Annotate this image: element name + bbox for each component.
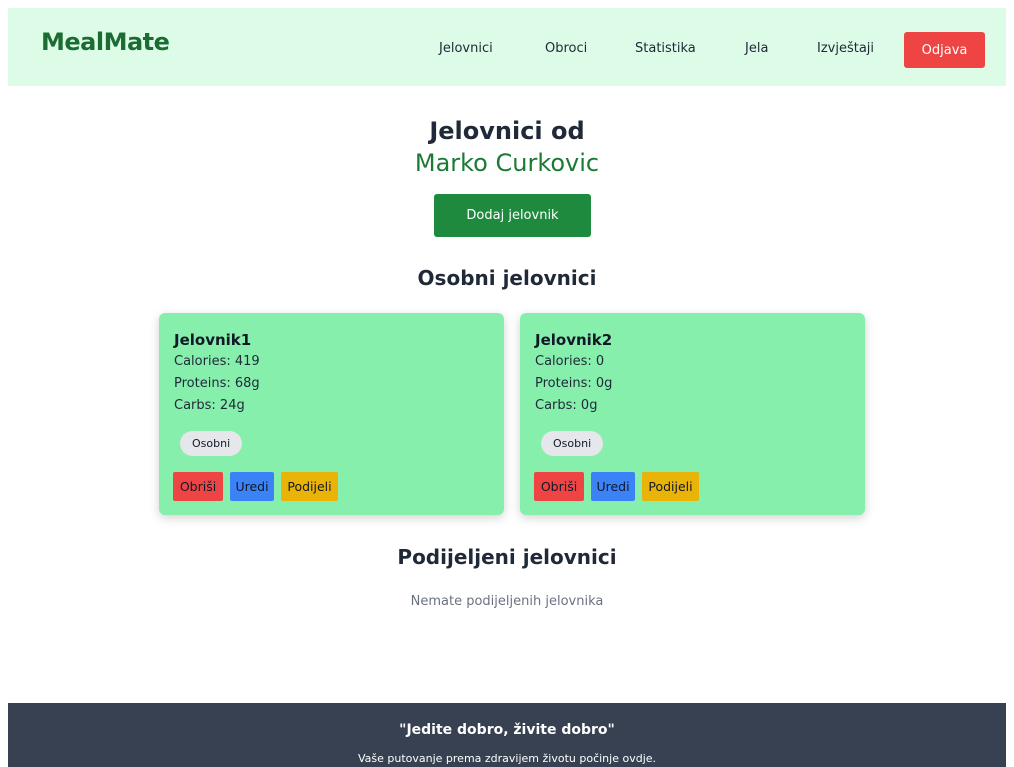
menu-card-proteins: Proteins: 68g [174, 376, 260, 391]
nav-link-jelovnici[interactable]: Jelovnici [439, 41, 493, 56]
edit-menu-button[interactable]: Uredi [230, 472, 274, 501]
menu-card-carbs: Carbs: 24g [174, 398, 245, 413]
footer-quote: "Jedite dobro, živite dobro" [399, 722, 615, 738]
page-footer: "Jedite dobro, živite dobro" Vaše putova… [8, 703, 1006, 767]
logout-button[interactable]: Odjava [904, 32, 985, 68]
page-title: Jelovnici od [429, 117, 585, 145]
menu-card-calories: Calories: 419 [174, 354, 260, 369]
footer-subtitle: Vaše putovanje prema zdravijem životu po… [357, 752, 657, 765]
menu-card-proteins: Proteins: 0g [535, 376, 613, 391]
personal-menus-heading: Osobni jelovnici [417, 266, 597, 290]
top-navbar: MealMate Jelovnici Obroci Statistika Jel… [8, 8, 1006, 86]
menu-card-calories: Calories: 0 [535, 354, 605, 369]
nav-link-statistika[interactable]: Statistika [635, 41, 696, 56]
edit-menu-button[interactable]: Uredi [591, 472, 635, 501]
shared-menus-heading: Podijeljeni jelovnici [397, 545, 617, 569]
brand-logo[interactable]: MealMate [41, 28, 170, 56]
menu-type-badge: Osobni [541, 431, 604, 456]
menu-type-badge: Osobni [180, 431, 243, 456]
menu-card-carbs: Carbs: 0g [535, 398, 598, 413]
menu-card: Jelovnik1 Calories: 419 Proteins: 68g Ca… [159, 313, 504, 515]
shared-menus-empty-message: Nemate podijeljenih jelovnika [410, 594, 604, 609]
menu-card-name: Jelovnik2 [535, 331, 613, 349]
share-menu-button[interactable]: Podijeli [642, 472, 699, 501]
delete-menu-button[interactable]: Obriši [173, 472, 223, 501]
nav-link-obroci[interactable]: Obroci [545, 41, 587, 56]
delete-menu-button[interactable]: Obriši [534, 472, 584, 501]
menu-card: Jelovnik2 Calories: 0 Proteins: 0g Carbs… [520, 313, 865, 515]
menu-card-name: Jelovnik1 [174, 331, 252, 349]
nav-link-izvjestaji[interactable]: Izvještaji [817, 41, 874, 56]
share-menu-button[interactable]: Podijeli [281, 472, 338, 501]
page-owner-name: Marko Curkovic [414, 149, 600, 177]
nav-link-jela[interactable]: Jela [745, 41, 768, 56]
add-menu-button[interactable]: Dodaj jelovnik [434, 194, 591, 237]
